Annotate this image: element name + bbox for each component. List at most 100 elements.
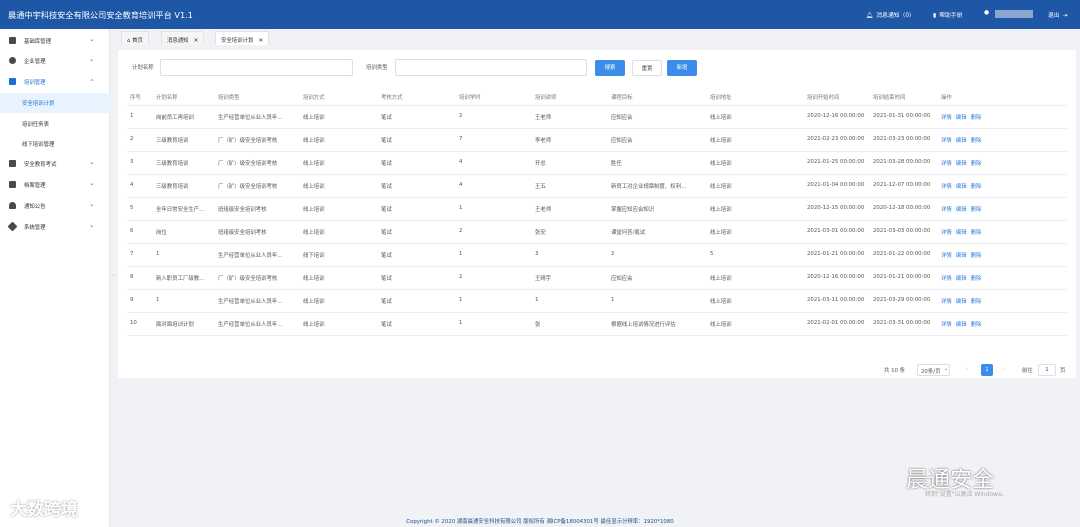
chevron-down-icon: ⌄: [89, 158, 95, 166]
help-button[interactable]: ▮ 帮助手册: [933, 10, 962, 19]
delete-link[interactable]: 删除: [971, 184, 982, 190]
delete-link[interactable]: 删除: [971, 161, 982, 167]
sidebar-item-notice[interactable]: 通知公告 ⌄: [0, 196, 110, 216]
reset-button[interactable]: 重置: [632, 60, 662, 76]
row-actions: 详情 编辑 删除: [941, 205, 985, 213]
sidebar-item-training[interactable]: 培训管理 ⌃: [0, 72, 110, 92]
delete-link[interactable]: 删除: [971, 138, 982, 144]
delete-link[interactable]: 删除: [971, 322, 982, 328]
sidebar-subitem-training-tasks[interactable]: 培训任务表: [0, 114, 110, 134]
delete-link[interactable]: 删除: [971, 207, 982, 213]
edit-link[interactable]: 编辑: [956, 184, 967, 190]
table-cell: 王晴宇: [535, 276, 552, 282]
table-cell: 2021-03-03 00:00:00: [873, 228, 931, 234]
page-size-select[interactable]: 20条/页 ⌄: [917, 364, 950, 376]
notifications-button[interactable]: 🔔︎ 消息通知（0）: [866, 10, 915, 19]
settings-icon: [7, 221, 18, 232]
detail-link[interactable]: 详情: [941, 115, 952, 121]
table-cell: 生产经营单位从业人员年...: [218, 253, 283, 259]
sidebar-item-basic-library[interactable]: 基础库管理 ⌄: [0, 31, 110, 51]
tab-training-plan[interactable]: 安全培训计划 ✕: [215, 31, 270, 45]
table-cell: 线上培训: [303, 207, 325, 213]
tab-label: 首页: [132, 38, 143, 44]
add-button[interactable]: 新增: [667, 60, 697, 76]
sidebar-item-system[interactable]: 系统管理 ⌄: [0, 217, 110, 237]
train-type-input[interactable]: [395, 59, 587, 76]
table-cell: 1: [130, 113, 134, 119]
row-actions: 详情 编辑 删除: [941, 297, 985, 305]
tab-home[interactable]: ⌂ 首页: [121, 31, 149, 45]
sidebar-item-archive[interactable]: 档案管理 ⌄: [0, 175, 110, 195]
detail-link[interactable]: 详情: [941, 322, 952, 328]
edit-link[interactable]: 编辑: [956, 115, 967, 121]
detail-link[interactable]: 详情: [941, 276, 952, 282]
column-header: 操作: [941, 95, 952, 101]
sidebar: 基础库管理 ⌄ 企业管理 ⌄ 培训管理 ⌃ 安全培训计划 培训任务表 线下培训管…: [0, 29, 110, 527]
table-cell: 线上培训: [710, 184, 732, 190]
table-cell: 2: [459, 274, 463, 280]
table-cell: 王老师: [535, 207, 552, 213]
chevron-down-icon: ⌄: [89, 179, 95, 187]
edit-link[interactable]: 编辑: [956, 138, 967, 144]
sidebar-collapse-handle[interactable]: ‹: [112, 272, 114, 279]
sidebar-subitem-training-plan[interactable]: 安全培训计划: [0, 93, 110, 113]
table-cell: 2021-03-28 00:00:00: [873, 159, 931, 165]
next-page-button[interactable]: ›: [1002, 366, 1004, 372]
user-icon[interactable]: ●: [984, 10, 989, 16]
close-icon[interactable]: ✕: [194, 38, 199, 44]
current-page-button[interactable]: 1: [981, 364, 993, 376]
detail-link[interactable]: 详情: [941, 207, 952, 213]
table-cell: 线上培训: [303, 276, 325, 282]
detail-link[interactable]: 详情: [941, 253, 952, 259]
detail-link[interactable]: 详情: [941, 230, 952, 236]
table-cell: 线上培训: [710, 299, 732, 305]
edit-link[interactable]: 编辑: [956, 299, 967, 305]
detail-link[interactable]: 详情: [941, 184, 952, 190]
detail-link[interactable]: 详情: [941, 299, 952, 305]
table-cell: 4: [130, 182, 134, 188]
total-count: 共 10 条: [884, 368, 906, 374]
logout-button[interactable]: 退出 ⇥: [1048, 10, 1070, 19]
sidebar-item-label: 线下培训管理: [22, 142, 55, 148]
detail-link[interactable]: 详情: [941, 138, 952, 144]
table-cell: 全年日常安全生产...: [156, 207, 205, 213]
chevron-down-icon: ⌄: [944, 366, 949, 372]
delete-link[interactable]: 删除: [971, 276, 982, 282]
table-cell: 8: [130, 274, 134, 280]
close-icon[interactable]: ✕: [258, 38, 263, 44]
chevron-down-icon: ⌄: [89, 55, 95, 63]
edit-link[interactable]: 编辑: [956, 207, 967, 213]
table-cell: 张安: [535, 230, 546, 236]
delete-link[interactable]: 删除: [971, 299, 982, 305]
edit-link[interactable]: 编辑: [956, 161, 967, 167]
tab-notifications[interactable]: 消息通知 ✕: [161, 31, 205, 45]
edit-link[interactable]: 编辑: [956, 276, 967, 282]
delete-link[interactable]: 删除: [971, 230, 982, 236]
tab-label: 消息通知: [167, 38, 189, 44]
table-cell: 2021-03-01 00:00:00: [807, 228, 865, 234]
goto-page-input[interactable]: 1: [1038, 364, 1056, 376]
table-row: 10 面对面培训计划 生产经营单位从业人员年... 线上培训 笔试 1 张 根据线上培训情况进…: [127, 313, 1067, 336]
edit-link[interactable]: 编辑: [956, 322, 967, 328]
table-cell: 2021-01-04 00:00:00: [807, 182, 865, 188]
sidebar-subitem-offline-training[interactable]: 线下培训管理: [0, 134, 110, 154]
plan-name-input[interactable]: [160, 59, 353, 76]
table-cell: 线上培训: [710, 230, 732, 236]
watermark-left: 大数跨境: [10, 500, 78, 520]
edit-link[interactable]: 编辑: [956, 253, 967, 259]
sidebar-item-exam[interactable]: 安全教育考试 ⌄: [0, 154, 110, 174]
top-bar: 晨通中宇科技安全有限公司安全教育培训平台 V1.1 🔔︎ 消息通知（0） ▮ 帮助手…: [0, 0, 1080, 29]
column-header: 课程目标: [611, 95, 633, 101]
search-button[interactable]: 搜索: [595, 60, 625, 76]
row-actions: 详情 编辑 删除: [941, 320, 985, 328]
main-panel: 计划名称 培训类型 搜索 重置 新增 序号 计划名称 培训类型 培训方式 考核方式 培训学…: [118, 50, 1076, 378]
delete-link[interactable]: 删除: [971, 115, 982, 121]
table-cell: 2021-03-11 00:00:00: [807, 297, 865, 303]
detail-link[interactable]: 详情: [941, 161, 952, 167]
edit-link[interactable]: 编辑: [956, 230, 967, 236]
prev-page-button[interactable]: ‹: [966, 366, 968, 372]
sidebar-item-company[interactable]: 企业管理 ⌄: [0, 51, 110, 71]
delete-link[interactable]: 删除: [971, 253, 982, 259]
table-cell: 7: [130, 251, 134, 257]
table-cell: 笔试: [381, 276, 392, 282]
